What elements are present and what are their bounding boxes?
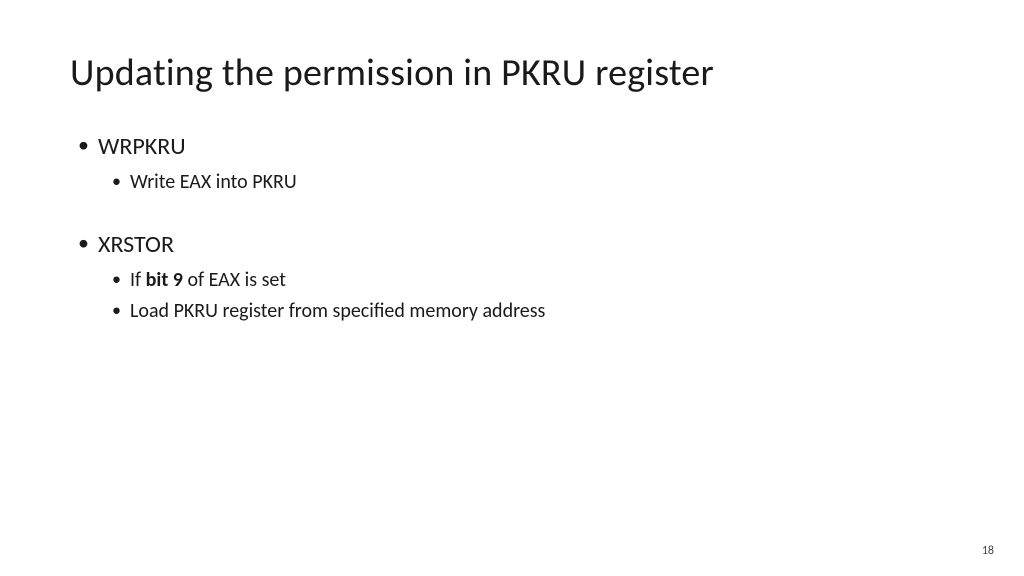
text-pre: If bbox=[130, 268, 146, 292]
text-post: of EAX is set bbox=[183, 268, 286, 292]
bullet-xrstor: XRSTOR bbox=[70, 230, 954, 259]
slide-body: WRPKRU Write EAX into PKRU XRSTOR If bit… bbox=[70, 132, 954, 325]
text-bold-bit9: bit 9 bbox=[146, 268, 183, 292]
subbullet-write-eax: Write EAX into PKRU bbox=[70, 169, 954, 196]
bullet-wrpkru: WRPKRU bbox=[70, 132, 954, 161]
subbullet-load-pkru: Load PKRU register from specified memory… bbox=[70, 298, 954, 325]
page-number: 18 bbox=[982, 544, 994, 558]
subbullet-bit9: If bit 9 of EAX is set bbox=[70, 267, 954, 294]
slide-title: Updating the permission in PKRU register bbox=[70, 50, 954, 96]
slide: Updating the permission in PKRU register… bbox=[0, 0, 1024, 576]
spacer bbox=[70, 200, 954, 230]
